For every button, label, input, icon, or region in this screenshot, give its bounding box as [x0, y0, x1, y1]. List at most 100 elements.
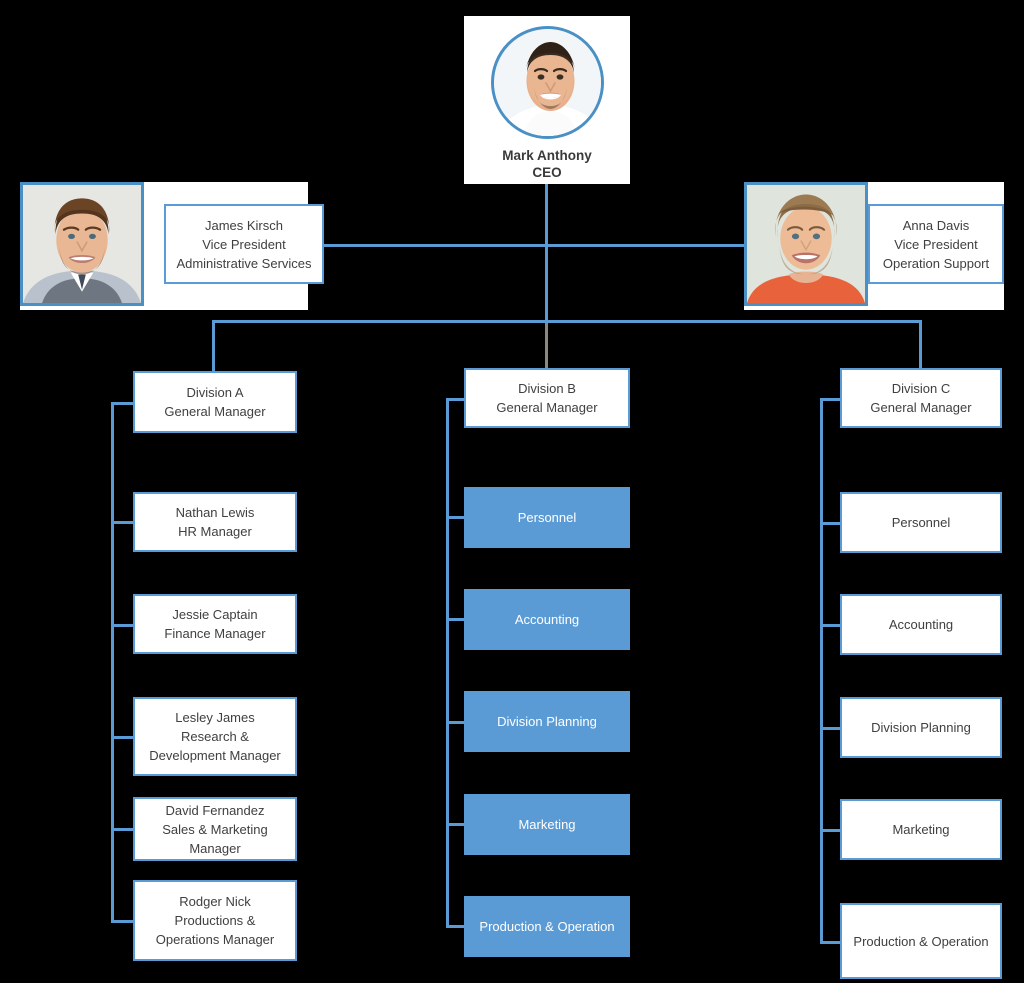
division-a-child-4-text: David Fernandez Sales & Marketing Manage… — [135, 801, 295, 858]
node-division-c-child-3[interactable]: Division Planning — [840, 697, 1002, 758]
connector-ceo-vertical — [545, 184, 548, 322]
ceo-avatar — [490, 26, 604, 139]
connector-vp-left-horizontal — [304, 244, 547, 247]
vp-right-title: Vice President — [894, 236, 978, 252]
ceo-title: CEO — [532, 165, 562, 180]
division-a-child-2-line1: Jessie Captain — [172, 607, 258, 622]
division-a-child-5-line2: Productions & Operations Manager — [155, 913, 275, 947]
vp-left-title: Vice President — [202, 236, 286, 252]
node-division-b-head[interactable]: Division B General Manager — [464, 368, 630, 428]
division-c-head-text: Division C General Manager — [864, 379, 977, 417]
division-c-head-line2: General Manager — [870, 400, 972, 415]
stub-division-c-child-3 — [820, 727, 842, 730]
stub-division-a-child-1 — [111, 521, 135, 524]
division-b-child-5-label: Production & Operation — [479, 919, 615, 934]
stub-division-c-child-1 — [820, 522, 842, 525]
division-a-child-3-text: Lesley James Research & Development Mana… — [135, 708, 295, 765]
node-division-b-child-3[interactable]: Division Planning — [464, 691, 630, 752]
vp-right-avatar — [744, 182, 868, 306]
division-c-child-3-label: Division Planning — [871, 720, 971, 735]
stub-division-b-head — [446, 398, 466, 401]
node-division-a-child-2[interactable]: Jessie Captain Finance Manager — [133, 594, 297, 654]
division-c-child-5-label: Production & Operation — [853, 933, 989, 949]
vp-left-text: James Kirsch Vice President Administrati… — [172, 216, 315, 273]
spine-division-b — [446, 398, 449, 926]
node-division-a-head[interactable]: Division A General Manager — [133, 371, 297, 433]
node-division-b-child-5[interactable]: Production & Operation — [464, 896, 630, 957]
division-c-head-line1: Division C — [891, 381, 951, 396]
vp-left-textbox[interactable]: James Kirsch Vice President Administrati… — [164, 204, 324, 284]
vp-left-name: James Kirsch — [204, 217, 283, 233]
division-b-child-1-label: Personnel — [517, 510, 577, 525]
node-vp-right[interactable]: Anna Davis Vice President Operation Supp… — [744, 182, 1004, 310]
node-division-c-child-2[interactable]: Accounting — [840, 594, 1002, 655]
stub-division-b-child-1 — [446, 516, 466, 519]
node-division-c-child-4[interactable]: Marketing — [840, 799, 1002, 860]
division-a-child-4-line2: Sales & Marketing Manager — [162, 821, 268, 856]
division-a-child-5-text: Rodger Nick Productions & Operations Man… — [135, 892, 295, 949]
vp-right-department: Operation Support — [882, 255, 990, 271]
division-a-head-line1: Division A — [186, 385, 244, 400]
division-a-child-1-line1: Nathan Lewis — [175, 505, 255, 520]
division-a-child-5-line1: Rodger Nick — [179, 894, 251, 909]
stub-division-c-child-4 — [820, 829, 842, 832]
division-a-child-4-line1: David Fernandez — [165, 802, 265, 818]
division-a-child-3-line1: Lesley James — [175, 710, 255, 725]
spine-division-c — [820, 398, 823, 942]
division-a-child-3-line2: Research & Development Manager — [149, 729, 281, 763]
node-division-b-child-4[interactable]: Marketing — [464, 794, 630, 855]
connector-division-bus — [212, 320, 922, 323]
node-division-c-child-1[interactable]: Personnel — [840, 492, 1002, 553]
node-division-a-child-5[interactable]: Rodger Nick Productions & Operations Man… — [133, 880, 297, 961]
stub-division-c-child-2 — [820, 624, 842, 627]
node-division-a-child-3[interactable]: Lesley James Research & Development Mana… — [133, 697, 297, 776]
division-b-child-4-label: Marketing — [518, 817, 576, 832]
division-a-head-line2: General Manager — [164, 404, 266, 419]
stub-division-a-child-4 — [111, 828, 135, 831]
stub-division-c-head — [820, 398, 842, 401]
vp-right-portrait-photo — [747, 185, 865, 303]
node-division-b-child-2[interactable]: Accounting — [464, 589, 630, 650]
division-c-child-1-label: Personnel — [891, 515, 951, 530]
node-ceo[interactable]: Mark Anthony CEO — [464, 16, 630, 184]
connector-vp-right-horizontal — [545, 244, 746, 247]
connector-division-a-drop — [212, 320, 215, 372]
org-chart-canvas: Mark Anthony CEO James Kirsch Vice Presi… — [0, 0, 1024, 983]
division-b-head-line2: General Manager — [496, 400, 598, 415]
vp-left-department: Administrative Services — [176, 255, 312, 271]
node-division-c-head[interactable]: Division C General Manager — [840, 368, 1002, 428]
node-division-a-child-1[interactable]: Nathan Lewis HR Manager — [133, 492, 297, 552]
vp-left-portrait-photo — [23, 185, 141, 303]
spine-division-a — [111, 402, 114, 921]
stub-division-a-head — [111, 402, 135, 405]
node-division-b-child-1[interactable]: Personnel — [464, 487, 630, 548]
ceo-portrait-photo — [493, 29, 601, 136]
stub-division-b-child-4 — [446, 823, 466, 826]
node-division-a-child-4[interactable]: David Fernandez Sales & Marketing Manage… — [133, 797, 297, 861]
division-a-child-1-line2: HR Manager — [178, 524, 252, 539]
vp-right-textbox[interactable]: Anna Davis Vice President Operation Supp… — [868, 204, 1004, 284]
node-division-c-child-5[interactable]: Production & Operation — [840, 903, 1002, 979]
connector-ceo-to-division-b — [545, 322, 548, 372]
division-b-head-line1: Division B — [518, 381, 576, 396]
stub-division-a-child-2 — [111, 624, 135, 627]
division-b-child-3-label: Division Planning — [497, 714, 597, 729]
ceo-name: Mark Anthony — [502, 148, 592, 163]
division-a-child-2-text: Jessie Captain Finance Manager — [158, 605, 271, 643]
stub-division-a-child-3 — [111, 736, 135, 739]
division-a-child-1-text: Nathan Lewis HR Manager — [170, 503, 261, 541]
vp-right-text: Anna Davis Vice President Operation Supp… — [879, 216, 993, 273]
division-b-child-2-label: Accounting — [514, 612, 580, 627]
stub-division-b-child-5 — [446, 925, 466, 928]
division-c-child-4-label: Marketing — [892, 822, 950, 837]
stub-division-b-child-2 — [446, 618, 466, 621]
vp-left-avatar — [20, 182, 144, 306]
division-a-head-text: Division A General Manager — [158, 383, 271, 421]
division-b-head-text: Division B General Manager — [490, 379, 603, 417]
stub-division-a-child-5 — [111, 920, 135, 923]
connector-division-c-drop — [919, 320, 922, 372]
node-vp-left[interactable]: James Kirsch Vice President Administrati… — [20, 182, 324, 310]
vp-right-name: Anna Davis — [902, 217, 970, 233]
stub-division-c-child-5 — [820, 941, 842, 944]
division-c-child-2-label: Accounting — [888, 617, 954, 632]
